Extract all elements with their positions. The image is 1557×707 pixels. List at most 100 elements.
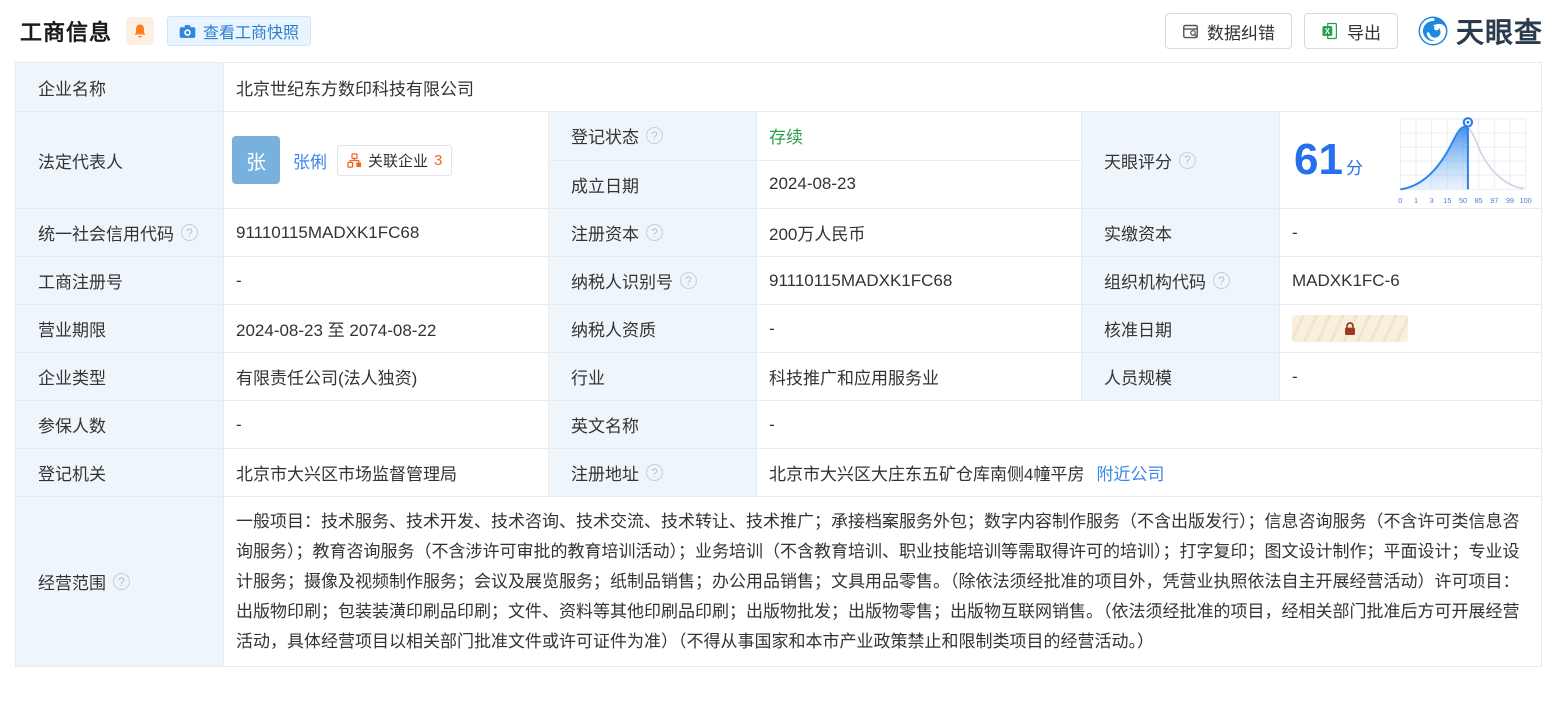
industry-label: 行业 [548, 353, 756, 400]
page-title: 工商信息 [20, 20, 113, 45]
score-distribution-chart: 0 1 3 15 50 85 97 99 100 [1398, 117, 1532, 205]
reg-authority-value: 北京市大兴区市场监督管理局 [223, 449, 548, 496]
related-companies-label: 关联企业 [368, 152, 429, 170]
establish-date-value: 2024-08-23 [756, 160, 1081, 208]
view-snapshot-button[interactable]: 查看工商快照 [167, 16, 312, 46]
tianyan-score[interactable]: 61 分 [1294, 138, 1363, 182]
org-code-label: 组织机构代码 ? [1081, 257, 1279, 304]
table-row-company-name: 企业名称 北京世纪东方数印科技有限公司 [16, 63, 1541, 111]
staff-size-label: 人员规模 [1081, 353, 1279, 400]
svg-text:15: 15 [1443, 196, 1451, 205]
correction-icon [1183, 24, 1198, 38]
svg-text:97: 97 [1490, 196, 1498, 205]
table-row-credit-code: 统一社会信用代码 ? 91110115MADXK1FC68 注册资本 ? 200… [16, 208, 1541, 256]
score-marker-dot [1466, 120, 1470, 124]
tianyancha-logo: 天眼查 [1416, 11, 1543, 51]
score-label: 天眼评分 ? [1081, 112, 1279, 208]
score-number: 61 [1294, 135, 1343, 184]
toolbar: 工商信息 查看工商快照 数据纠错 X 导出 天眼查 [0, 0, 1557, 62]
help-icon[interactable]: ? [646, 127, 663, 145]
company-name-label: 企业名称 [16, 63, 223, 111]
table-row-business-term: 营业期限 2024-08-23 至 2074-08-22 纳税人资质 - 核准日… [16, 304, 1541, 352]
reg-authority-label: 登记机关 [16, 449, 223, 496]
taxpayer-quality-value: - [756, 305, 1081, 352]
business-scope-label: 经营范围 ? [16, 497, 223, 666]
table-row-business-scope: 经营范围 ? 一般项目：技术服务、技术开发、技术咨询、技术交流、技术转让、技术推… [16, 496, 1541, 666]
data-correction-label: 数据纠错 [1206, 23, 1275, 43]
svg-text:0: 0 [1398, 196, 1402, 205]
reg-address-label: 注册地址 ? [548, 449, 756, 496]
brand-name: 天眼查 [1455, 17, 1543, 48]
related-companies-count: 3 [434, 151, 443, 169]
reg-capital-label: 注册资本 ? [548, 209, 756, 256]
help-icon[interactable]: ? [1179, 151, 1196, 169]
establish-date-subrow: 成立日期 2024-08-23 [548, 159, 1081, 208]
business-term-label: 营业期限 [16, 305, 223, 352]
company-name-value: 北京世纪东方数印科技有限公司 [223, 63, 1541, 111]
view-snapshot-label: 查看工商快照 [203, 25, 300, 42]
data-correction-button[interactable]: 数据纠错 [1164, 13, 1292, 49]
staff-size-value: - [1279, 353, 1541, 400]
camera-icon [179, 24, 196, 38]
company-type-value: 有限责任公司(法人独资) [223, 353, 548, 400]
reg-status-subrow: 登记状态 ? 存续 [548, 112, 1081, 160]
paid-capital-value: - [1279, 209, 1541, 256]
status-date-stack: 登记状态 ? 存续 成立日期 2024-08-23 [548, 112, 1081, 208]
score-value-cell: 61 分 0 1 3 15 50 85 97 99 100 [1279, 112, 1541, 208]
excel-export-icon: X [1322, 22, 1337, 40]
table-row-insured-count: 参保人数 - 英文名称 - [16, 400, 1541, 448]
business-info-table: 企业名称 北京世纪东方数印科技有限公司 法定代表人 张 张俐 关联企业 3 登记… [15, 62, 1542, 667]
export-button[interactable]: X 导出 [1303, 13, 1398, 49]
help-icon[interactable]: ? [181, 224, 198, 241]
vip-locked-value[interactable] [1292, 315, 1408, 342]
taxpayer-id-label: 纳税人识别号 ? [548, 257, 756, 304]
chart-x-ticks: 0 1 3 15 50 85 97 99 100 [1398, 196, 1531, 205]
score-unit: 分 [1345, 159, 1363, 178]
help-icon[interactable]: ? [646, 224, 663, 241]
lock-icon [1345, 321, 1355, 335]
reg-capital-value: 200万人民币 [756, 209, 1081, 256]
table-row-reg-number: 工商注册号 - 纳税人识别号 ? 91110115MADXK1FC68 组织机构… [16, 256, 1541, 304]
table-row-company-type: 企业类型 有限责任公司(法人独资) 行业 科技推广和应用服务业 人员规模 - [16, 352, 1541, 400]
tianyancha-logo-icon [1418, 16, 1448, 46]
monitor-bell-button[interactable] [126, 17, 155, 45]
credit-code-label: 统一社会信用代码 ? [16, 209, 223, 256]
score-curve-fill [1400, 126, 1468, 190]
svg-text:85: 85 [1475, 196, 1483, 205]
paid-capital-label: 实缴资本 [1081, 209, 1279, 256]
business-scope-value: 一般项目：技术服务、技术开发、技术咨询、技术交流、技术转让、技术推广；承接档案服… [223, 497, 1541, 666]
industry-value: 科技推广和应用服务业 [756, 353, 1081, 400]
svg-text:100: 100 [1520, 196, 1532, 205]
svg-text:50: 50 [1459, 196, 1467, 205]
reg-status-label: 登记状态 ? [548, 112, 756, 160]
reg-status-value: 存续 [756, 112, 1081, 160]
legal-rep-label: 法定代表人 [16, 112, 223, 208]
bell-icon [134, 24, 146, 38]
english-name-label: 英文名称 [548, 401, 756, 448]
help-icon[interactable]: ? [1213, 272, 1230, 289]
taxpayer-quality-label: 纳税人资质 [548, 305, 756, 352]
approval-date-value [1279, 305, 1541, 352]
help-icon[interactable]: ? [646, 464, 663, 481]
svg-text:1: 1 [1414, 196, 1418, 205]
svg-text:3: 3 [1430, 196, 1434, 205]
reg-number-value: - [223, 257, 548, 304]
help-icon[interactable]: ? [680, 272, 697, 289]
taxpayer-id-value: 91110115MADXK1FC68 [756, 257, 1081, 304]
company-type-label: 企业类型 [16, 353, 223, 400]
export-label: 导出 [1346, 23, 1381, 43]
table-row-reg-authority: 登记机关 北京市大兴区市场监督管理局 注册地址 ? 北京市大兴区大庄东五矿仓库南… [16, 448, 1541, 496]
legal-rep-name-link[interactable]: 张俐 [293, 148, 327, 173]
reg-number-label: 工商注册号 [16, 257, 223, 304]
svg-text:99: 99 [1506, 196, 1514, 205]
org-code-value: MADXK1FC-6 [1279, 257, 1541, 304]
legal-rep-value: 张 张俐 关联企业 3 [223, 112, 548, 208]
approval-date-label: 核准日期 [1081, 305, 1279, 352]
related-companies-badge[interactable]: 关联企业 3 [337, 144, 453, 176]
nearby-companies-link[interactable]: 附近公司 [1096, 460, 1164, 485]
table-row-legal-rep: 法定代表人 张 张俐 关联企业 3 登记状态 ? 存续 成立日期 2024-08… [16, 111, 1541, 208]
credit-code-value: 91110115MADXK1FC68 [223, 209, 548, 256]
insured-count-label: 参保人数 [16, 401, 223, 448]
help-icon[interactable]: ? [113, 573, 130, 590]
english-name-value: - [756, 401, 1541, 448]
